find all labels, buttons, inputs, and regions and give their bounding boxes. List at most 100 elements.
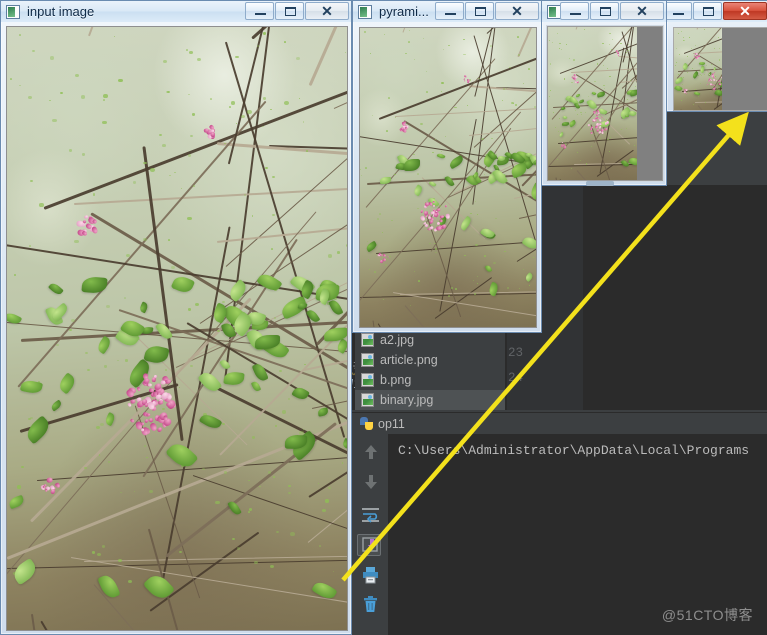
photo-foliage-speck [30,417,33,420]
photo-foliage-speck [39,203,44,207]
scroll-down-button[interactable] [361,472,381,492]
photo-foliage-speck [302,121,305,123]
photo-foliage-speck [382,298,384,300]
photo-foliage-speck [50,56,55,60]
file-tree-item-b-png[interactable]: b.png [355,370,505,390]
photo-foliage-speck [194,302,199,306]
maximize-button[interactable] [590,2,619,20]
maximize-button[interactable] [693,2,722,20]
photo-foliage-speck [558,117,560,119]
window-3-resize-grip[interactable] [586,181,614,186]
window-3-title-bar[interactable]: ✕ [542,1,666,22]
pyramid-window-controls[interactable]: ✕ [435,2,539,20]
photo-foliage-speck [52,118,57,123]
input-image-window-controls[interactable]: ✕ [245,2,349,20]
photo-foliage-speck [106,305,110,309]
photo-foliage-speck [279,369,282,372]
photo-foliage-speck [344,51,346,53]
photo-foliage-speck [394,116,396,118]
photo-foliage-speck [507,287,509,289]
watermark-text: @51CTO博客 [661,607,753,623]
opencv-window-3[interactable]: ✕ [541,0,667,186]
print-button[interactable] [361,566,381,586]
photo-foliage-speck [274,425,277,427]
scroll-to-end-button[interactable] [361,536,381,556]
pyramid-title-bar[interactable]: pyrami... ✕ [353,1,541,22]
photo-foliage-speck [60,91,63,94]
photo-foliage-speck [252,436,256,439]
photo-foliage-speck [262,97,267,100]
photo-foliage-speck [304,363,306,365]
project-file-tree[interactable]: a2.jpg article.png b.png binary.jpg [355,330,505,414]
close-button[interactable]: ✕ [305,2,349,20]
photo-foliage-speck [332,570,334,572]
photo-foliage-speck [533,105,536,108]
window-4-title-bar[interactable]: ✕ [663,1,767,22]
close-button[interactable]: ✕ [495,2,539,20]
opencv-window-pyramid[interactable]: pyrami... ✕ [352,0,542,333]
file-tree-item-binary-jpg[interactable]: binary.jpg [355,390,505,410]
photo-foliage-speck [189,134,193,138]
minimize-button[interactable] [245,2,274,20]
scroll-up-button[interactable] [361,442,381,462]
photo-foliage-speck [373,270,376,273]
minimize-button[interactable] [560,2,589,20]
photo-foliage-speck [133,181,137,184]
photo-foliage-speck [107,461,110,463]
clear-all-button[interactable] [361,596,381,616]
console-toolbar[interactable] [352,434,389,635]
photo-foliage-speck [187,307,192,311]
photo-foliage-speck [92,193,96,196]
photo-foliage-speck [256,44,260,47]
maximize-button[interactable] [465,2,494,20]
minimize-button[interactable] [435,2,464,20]
photo-foliage-speck [290,532,295,536]
window-3-controls[interactable]: ✕ [560,2,664,20]
photo-flower-bud [146,413,151,417]
photo-foliage-speck [590,145,592,147]
photo-foliage-speck [284,100,289,105]
window-4-controls[interactable]: ✕ [663,2,767,20]
photo-foliage-speck [248,479,251,481]
photo-foliage-speck [167,239,170,241]
photo-foliage-speck [18,34,21,36]
close-button[interactable]: ✕ [620,2,664,20]
photo-foliage-speck [719,48,720,49]
photo-foliage-speck [235,55,239,59]
run-tool-window-header[interactable]: op11 [352,412,767,434]
opencv-window-4[interactable]: ✕ [663,0,767,112]
photo-foliage-speck [552,41,554,43]
photo-foliage-speck [202,467,205,470]
minimize-button[interactable] [663,2,692,20]
window-4-grey-region [722,28,767,110]
photo-foliage-speck [413,154,415,155]
photo-foliage-speck [612,39,614,40]
photo-foliage-speck [150,168,155,173]
photo-foliage-speck [692,104,694,105]
photo-foliage-speck [162,143,166,147]
photo-foliage-speck [621,128,623,130]
photo-foliage-speck [324,499,329,503]
photo-foliage-speck [448,44,450,46]
photo-foliage-speck [267,471,272,474]
soft-wrap-button[interactable] [361,506,381,526]
opencv-window-icon [547,4,561,19]
photo-foliage-speck [383,33,385,36]
photo-foliage-speck [558,42,561,45]
photo-foliage-speck [634,86,636,88]
opencv-window-input-image[interactable]: input image ✕ [0,0,352,635]
close-button[interactable]: ✕ [723,2,767,20]
file-tree-item-article-png[interactable]: article.png [355,350,505,370]
photo-foliage-speck [14,274,16,276]
photo-foliage-speck [360,174,362,176]
maximize-button[interactable] [275,2,304,20]
input-image-title-bar[interactable]: input image ✕ [1,1,351,22]
photo-foliage-speck [287,491,291,495]
photo-foliage-speck [489,44,493,47]
window-3-photo [547,26,663,181]
photo-foliage-speck [318,545,321,548]
image-file-icon [361,353,374,367]
photo-foliage-speck [75,74,79,78]
photo-foliage-speck [439,205,441,207]
wrap-icon [362,508,379,523]
